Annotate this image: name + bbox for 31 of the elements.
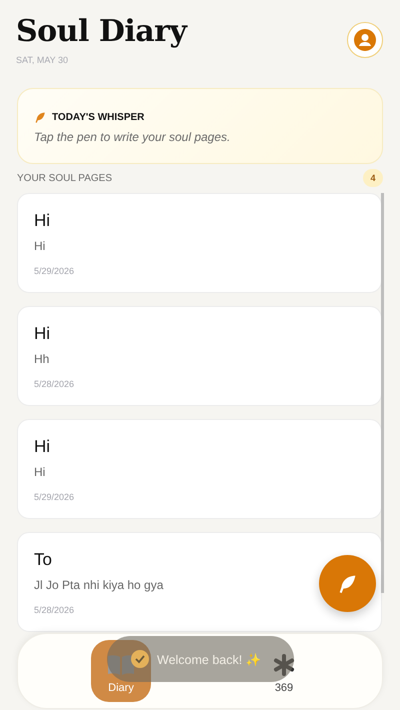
scrollbar[interactable]	[381, 193, 384, 593]
whisper-text: Tap the pen to write your soul pages.	[34, 130, 232, 144]
profile-button[interactable]	[347, 22, 383, 58]
entry-count: 4	[363, 169, 383, 187]
entry-text: Hi	[34, 465, 46, 479]
entry-card[interactable]: Hi Hh 5/28/2026	[17, 306, 382, 406]
date-label: SAT, MAY 30	[16, 55, 70, 65]
nav-tab[interactable]: 369	[270, 640, 298, 702]
entry-title: Hi	[34, 437, 50, 457]
section-title: YOUR SOUL PAGES	[17, 172, 112, 184]
toast-text: Welcome back! ✨	[157, 652, 262, 666]
book-icon	[107, 654, 135, 676]
entry-title: Hi	[34, 324, 50, 344]
entry-card[interactable]: To Jl Jo Pta nhi kiya ho gya 5/28/2026	[17, 532, 382, 632]
entry-card[interactable]: Hi Hi 5/29/2026	[17, 193, 382, 293]
app-title: Soul Diary	[16, 14, 186, 49]
entry-card[interactable]: Hi Hi 5/29/2026	[17, 419, 382, 519]
entry-text: Jl Jo Pta nhi kiya ho gya	[34, 578, 164, 592]
entry-date: 5/28/2026	[34, 379, 74, 389]
entry-date: 5/29/2026	[34, 492, 74, 502]
entry-title: Hi	[34, 211, 50, 231]
check-icon	[131, 650, 149, 668]
whisper-title: TODAY'S WHISPER	[52, 112, 144, 123]
user-icon	[354, 29, 376, 51]
asterisk-icon	[273, 654, 295, 676]
entry-date: 5/29/2026	[34, 266, 74, 276]
entry-date: 5/28/2026	[34, 605, 74, 615]
entry-text: Hh	[34, 352, 50, 366]
feather-icon	[34, 111, 47, 124]
entry-title: To	[34, 550, 52, 570]
entry-text: Hi	[34, 239, 46, 253]
